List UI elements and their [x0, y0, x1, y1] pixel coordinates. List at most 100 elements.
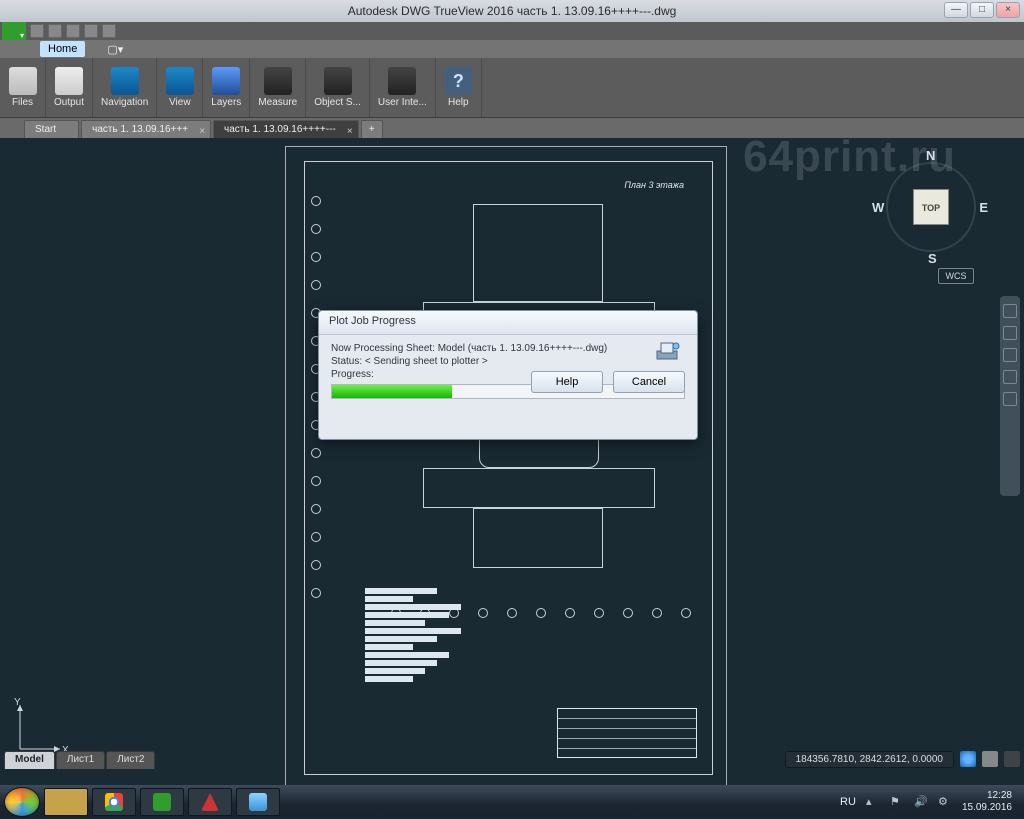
ribbon-navigation-label: Navigation — [101, 97, 148, 108]
nav-orbit-icon[interactable] — [1003, 370, 1017, 384]
qat-print-icon[interactable] — [66, 24, 80, 38]
layout-tab-sheet2[interactable]: Лист2 — [106, 751, 155, 769]
snap-icon — [324, 67, 352, 95]
quick-access-toolbar — [0, 22, 1024, 40]
tab-doc-2-label: часть 1. 13.09.16++++--- — [224, 124, 336, 135]
qat-open-icon[interactable] — [30, 24, 44, 38]
chrome-icon — [105, 793, 123, 811]
tab-add[interactable]: + — [361, 120, 383, 138]
svg-text:Y: Y — [14, 697, 21, 708]
layout-tab-model[interactable]: Model — [4, 751, 55, 769]
taskbar-dwg-app[interactable] — [140, 788, 184, 816]
taskbar-chrome[interactable] — [92, 788, 136, 816]
qat-undo-icon[interactable] — [84, 24, 98, 38]
qat-save-icon[interactable] — [48, 24, 62, 38]
menu-row: Home ▢▾ — [0, 40, 1024, 58]
taskbar: RU ▴ ⚑ 🔊 ⚙ 12:28 15.09.2016 — [0, 785, 1024, 819]
taskbar-autocad[interactable] — [188, 788, 232, 816]
tab-doc-1-label: часть 1. 13.09.16+++ — [92, 124, 188, 135]
ribbon-files[interactable]: Files — [0, 58, 46, 117]
files-icon — [9, 67, 37, 95]
compass-icon — [111, 67, 139, 95]
tab-start-label: Start — [35, 124, 56, 135]
tray-flag-icon[interactable]: ⚑ — [890, 795, 904, 809]
ribbon-userint-label: User Inte... — [378, 97, 427, 108]
ribbon-user-interface[interactable]: User Inte... — [370, 58, 436, 117]
status-tool-icon[interactable] — [982, 751, 998, 767]
paper-sheet: План 3 этажа — [285, 146, 727, 790]
plot-progress-dialog: Plot Job Progress Now Processing Sheet: … — [318, 310, 698, 440]
ribbon-layers-label: Layers — [211, 97, 241, 108]
ribbon-object-snap[interactable]: Object S... — [306, 58, 370, 117]
layout-tab-sheet1[interactable]: Лист1 — [56, 751, 105, 769]
cancel-button[interactable]: Cancel — [613, 371, 685, 393]
tray-up-icon[interactable]: ▴ — [866, 795, 880, 809]
start-button[interactable] — [4, 787, 40, 817]
ribbon-help[interactable]: ?Help — [436, 58, 482, 117]
ucs-icon: X Y — [12, 697, 72, 757]
status-menu-icon[interactable] — [1004, 751, 1020, 767]
ribbon-layers[interactable]: Layers — [203, 58, 250, 117]
plotter-icon — [653, 337, 681, 365]
language-indicator[interactable]: RU — [840, 796, 856, 808]
maximize-button[interactable]: □ — [970, 2, 994, 18]
dialog-processing-text: Now Processing Sheet: Model (часть 1. 13… — [331, 343, 685, 354]
clock-date: 15.09.2016 — [962, 802, 1012, 814]
nav-wheel-icon[interactable] — [1003, 304, 1017, 318]
status-bar: 184356.7810, 2842.2612, 0.0000 — [785, 749, 1020, 769]
ui-icon — [388, 67, 416, 95]
viewcube-e[interactable]: E — [979, 200, 988, 215]
viewcube-n[interactable]: N — [926, 148, 935, 163]
window-title: Autodesk DWG TrueView 2016 часть 1. 13.0… — [348, 4, 677, 18]
title-block — [557, 708, 697, 758]
nav-showmotion-icon[interactable] — [1003, 392, 1017, 406]
ribbon-output-label: Output — [54, 97, 84, 108]
dwg-icon — [153, 793, 171, 811]
ribbon-view[interactable]: View — [157, 58, 203, 117]
ribbon-objsnap-label: Object S... — [314, 97, 361, 108]
taskbar-explorer[interactable] — [44, 788, 88, 816]
menu-extra[interactable]: ▢▾ — [99, 41, 131, 58]
menu-home[interactable]: Home — [40, 41, 85, 57]
view-cube[interactable]: TOP N S E W — [876, 152, 986, 262]
nav-zoom-icon[interactable] — [1003, 348, 1017, 362]
minimize-button[interactable]: — — [944, 2, 968, 18]
clock-time: 12:28 — [962, 790, 1012, 802]
drawing-canvas[interactable]: 64print.ru TOP N S E W WCS План 3 этажа — [0, 138, 1024, 785]
legend-block — [365, 586, 485, 696]
ribbon-navigation[interactable]: Navigation — [93, 58, 157, 117]
sheet-border: План 3 этажа — [304, 161, 713, 775]
ribbon: Files Output Navigation View Layers Meas… — [0, 58, 1024, 118]
taskbar-photo-viewer[interactable] — [236, 788, 280, 816]
ribbon-measure[interactable]: Measure — [250, 58, 306, 117]
dialog-status-text: Status: < Sending sheet to plotter > — [331, 356, 685, 367]
tab-doc-1[interactable]: часть 1. 13.09.16+++× — [81, 120, 211, 138]
tray-network-icon[interactable]: ⚙ — [938, 795, 952, 809]
viewcube-top-face[interactable]: TOP — [913, 189, 949, 225]
ribbon-output[interactable]: Output — [46, 58, 93, 117]
wcs-badge[interactable]: WCS — [938, 268, 974, 284]
system-tray: RU ▴ ⚑ 🔊 ⚙ 12:28 15.09.2016 — [840, 790, 1020, 814]
progress-fill — [332, 385, 452, 398]
qat-redo-icon[interactable] — [102, 24, 116, 38]
ribbon-files-label: Files — [12, 97, 33, 108]
close-window-button[interactable]: × — [996, 2, 1020, 18]
status-globe-icon[interactable] — [960, 751, 976, 767]
ribbon-help-label: Help — [448, 97, 469, 108]
tab-start[interactable]: Start — [24, 120, 79, 138]
photo-icon — [249, 793, 267, 811]
ribbon-view-label: View — [169, 97, 191, 108]
tab-doc-2[interactable]: часть 1. 13.09.16++++---× — [213, 120, 359, 138]
app-logo-icon[interactable] — [2, 22, 26, 40]
dialog-title: Plot Job Progress — [319, 311, 697, 335]
viewcube-s[interactable]: S — [928, 251, 937, 266]
help-button[interactable]: Help — [531, 371, 603, 393]
folder-icon — [57, 793, 75, 811]
globe-icon — [166, 67, 194, 95]
taskbar-clock[interactable]: 12:28 15.09.2016 — [962, 790, 1012, 814]
tray-volume-icon[interactable]: 🔊 — [914, 795, 928, 809]
navigation-bar — [1000, 296, 1020, 496]
nav-pan-icon[interactable] — [1003, 326, 1017, 340]
coordinates-readout: 184356.7810, 2842.2612, 0.0000 — [785, 751, 954, 768]
viewcube-w[interactable]: W — [872, 200, 884, 215]
